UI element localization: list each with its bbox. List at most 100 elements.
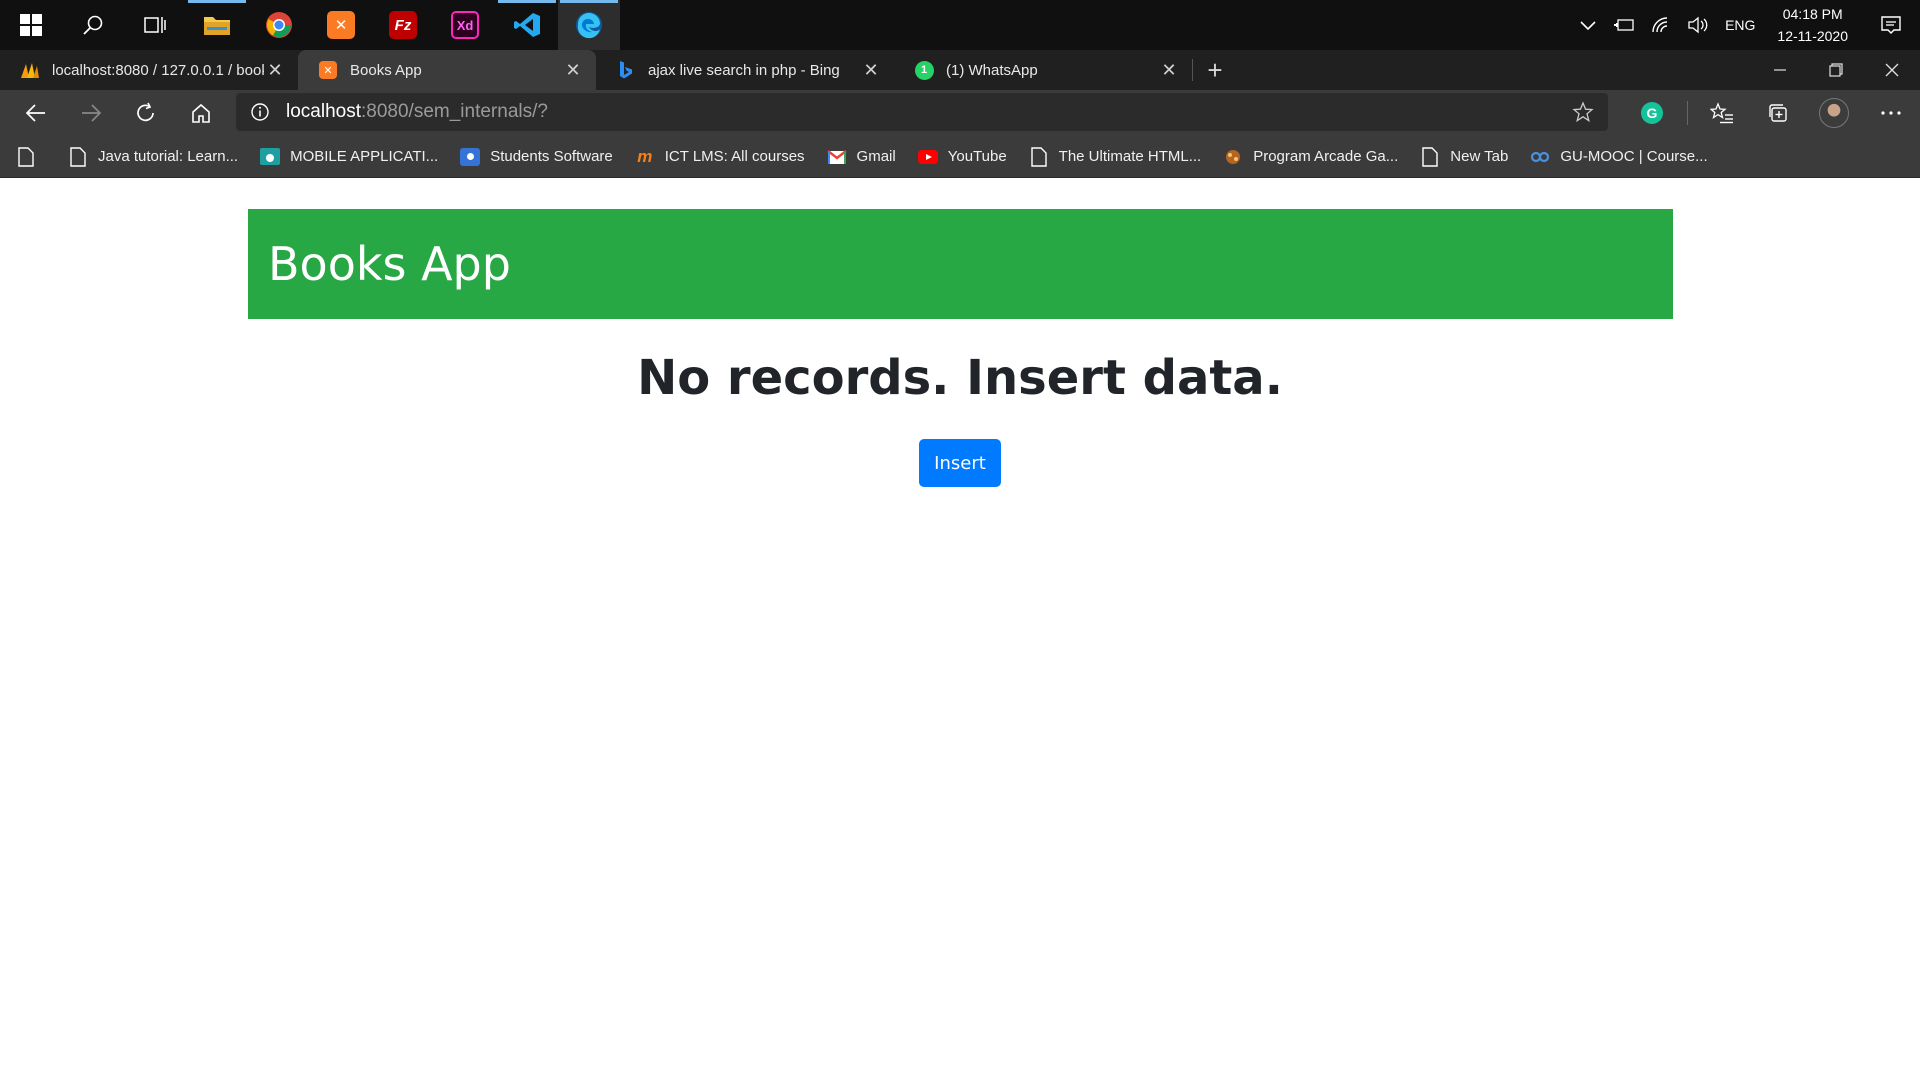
taskbar-chrome[interactable] xyxy=(248,0,310,50)
page-icon xyxy=(68,146,88,167)
taskbar-adobe-xd[interactable]: Xd xyxy=(434,0,496,50)
forward-button[interactable] xyxy=(71,93,111,133)
taskbar-file-explorer[interactable] xyxy=(186,0,248,50)
network-button[interactable] xyxy=(1643,0,1679,50)
close-icon[interactable]: ✕ xyxy=(562,59,584,81)
xampp-icon: ✕ xyxy=(318,60,338,80)
classroom-icon xyxy=(260,147,281,167)
tab-whatsapp[interactable]: 1 (1) WhatsApp ✕ xyxy=(894,50,1192,90)
avatar xyxy=(1819,98,1849,128)
volume-button[interactable] xyxy=(1679,0,1717,50)
settings-more-button[interactable] xyxy=(1862,90,1920,136)
task-view-icon xyxy=(144,17,166,33)
bookmark-page[interactable] xyxy=(16,146,46,167)
arrow-right-icon xyxy=(82,104,102,122)
url-text: localhost:8080/sem_internals/? xyxy=(286,101,548,123)
minimize-button[interactable] xyxy=(1752,50,1808,90)
xampp-icon: ✕ xyxy=(327,11,355,39)
bookmark-new-tab[interactable]: New Tab xyxy=(1420,146,1508,167)
person-icon xyxy=(460,147,481,167)
tab-title: Books App xyxy=(350,61,422,79)
tab-phpmyadmin[interactable]: localhost:8080 / 127.0.0.1 / books ✕ xyxy=(0,50,298,90)
taskbar-filezilla[interactable]: Fz xyxy=(372,0,434,50)
more-horizontal-icon xyxy=(1881,111,1901,115)
bookmark-gmail[interactable]: Gmail xyxy=(826,147,896,167)
tab-title: ajax live search in php - Bing xyxy=(648,61,840,79)
collections-button[interactable] xyxy=(1750,90,1806,136)
system-tray: ENG 04:18 PM 12-11-2020 xyxy=(1571,0,1920,50)
refresh-button[interactable] xyxy=(126,93,166,133)
bookmark-mobile-applications[interactable]: MOBILE APPLICATI... xyxy=(260,147,438,167)
profile-button[interactable] xyxy=(1806,90,1862,136)
tab-bing-search[interactable]: ajax live search in php - Bing ✕ xyxy=(596,50,894,90)
close-window-button[interactable] xyxy=(1864,50,1920,90)
address-bar[interactable]: localhost:8080/sem_internals/? xyxy=(236,93,1608,131)
start-button[interactable] xyxy=(0,0,62,50)
browser-tab-strip: localhost:8080 / 127.0.0.1 / books ✕ ✕ B… xyxy=(0,50,1920,90)
browser-toolbar: localhost:8080/sem_internals/? G xyxy=(0,90,1920,136)
page-icon xyxy=(1029,146,1049,167)
bookmark-program-arcade[interactable]: Program Arcade Ga... xyxy=(1223,147,1398,167)
bookmark-label: Java tutorial: Learn... xyxy=(98,148,239,165)
taskbar-vscode[interactable] xyxy=(496,0,558,50)
bing-icon xyxy=(616,60,636,80)
close-icon[interactable]: ✕ xyxy=(860,59,882,81)
tab-title: (1) WhatsApp xyxy=(946,61,1038,79)
close-icon[interactable]: ✕ xyxy=(264,59,286,81)
bookmark-label: YouTube xyxy=(947,148,1007,165)
page-icon xyxy=(16,146,36,167)
wifi-icon xyxy=(1652,17,1668,33)
taskbar-search-button[interactable] xyxy=(62,0,124,50)
filezilla-icon: Fz xyxy=(389,11,417,39)
gmail-icon xyxy=(826,147,847,167)
favorite-star-icon[interactable] xyxy=(1572,101,1594,128)
favorites-button[interactable] xyxy=(1694,90,1750,136)
taskbar-edge[interactable] xyxy=(558,0,620,50)
windows-taskbar: ✕ Fz Xd ENG 04:18 PM 12-11-2020 xyxy=(0,0,1920,50)
clock[interactable]: 04:18 PM 12-11-2020 xyxy=(1763,0,1862,50)
bookmark-students-software[interactable]: Students Software xyxy=(460,147,613,167)
insert-button[interactable]: Insert xyxy=(919,439,1001,487)
restore-button[interactable] xyxy=(1808,50,1864,90)
grammarly-icon: G xyxy=(1641,102,1663,124)
close-icon[interactable]: ✕ xyxy=(1158,59,1180,81)
back-button[interactable] xyxy=(16,93,56,133)
bookmark-ultimate-html[interactable]: The Ultimate HTML... xyxy=(1029,146,1202,167)
folder-icon xyxy=(204,17,230,35)
task-view-button[interactable] xyxy=(124,0,186,50)
favorites-list-icon xyxy=(1710,102,1733,124)
bookmark-ict-lms[interactable]: m ICT LMS: All courses xyxy=(635,147,805,167)
plus-icon: + xyxy=(1207,54,1223,85)
action-center-button[interactable] xyxy=(1862,0,1920,50)
vscode-icon xyxy=(514,13,540,37)
battery-button[interactable] xyxy=(1605,0,1643,50)
home-button[interactable] xyxy=(181,93,221,133)
clock-date: 12-11-2020 xyxy=(1777,28,1848,44)
bookmark-label: Gmail xyxy=(856,148,896,165)
bookmark-youtube[interactable]: YouTube xyxy=(917,147,1007,167)
language-indicator[interactable]: ENG xyxy=(1717,0,1763,50)
battery-icon xyxy=(1614,19,1634,31)
bookmark-label: ICT LMS: All courses xyxy=(664,148,805,165)
arcade-icon xyxy=(1223,147,1243,167)
clock-time: 04:18 PM xyxy=(1782,6,1843,22)
chrome-icon xyxy=(266,12,292,38)
adobe-xd-icon: Xd xyxy=(451,11,479,39)
taskbar-xampp[interactable]: ✕ xyxy=(310,0,372,50)
url-path: :8080/sem_internals/? xyxy=(361,101,548,122)
phpmyadmin-icon xyxy=(20,60,40,80)
close-icon xyxy=(1885,63,1899,77)
tab-title: localhost:8080 / 127.0.0.1 / books xyxy=(52,61,264,79)
show-hidden-icons-button[interactable] xyxy=(1571,0,1605,50)
arrow-left-icon xyxy=(25,104,45,122)
site-info-icon[interactable] xyxy=(250,102,270,122)
bookmark-java-tutorial[interactable]: Java tutorial: Learn... xyxy=(68,146,239,167)
page-icon xyxy=(1420,146,1440,167)
notification-icon xyxy=(1881,16,1901,34)
bookmarks-bar: Java tutorial: Learn... MOBILE APPLICATI… xyxy=(0,136,1920,178)
grammarly-extension-button[interactable]: G xyxy=(1624,90,1680,136)
bookmark-gu-mooc[interactable]: GU-MOOC | Course... xyxy=(1530,147,1708,167)
bookmark-label: The Ultimate HTML... xyxy=(1058,148,1202,165)
new-tab-button[interactable]: + xyxy=(1193,50,1237,90)
tab-books-app[interactable]: ✕ Books App ✕ xyxy=(298,50,596,90)
